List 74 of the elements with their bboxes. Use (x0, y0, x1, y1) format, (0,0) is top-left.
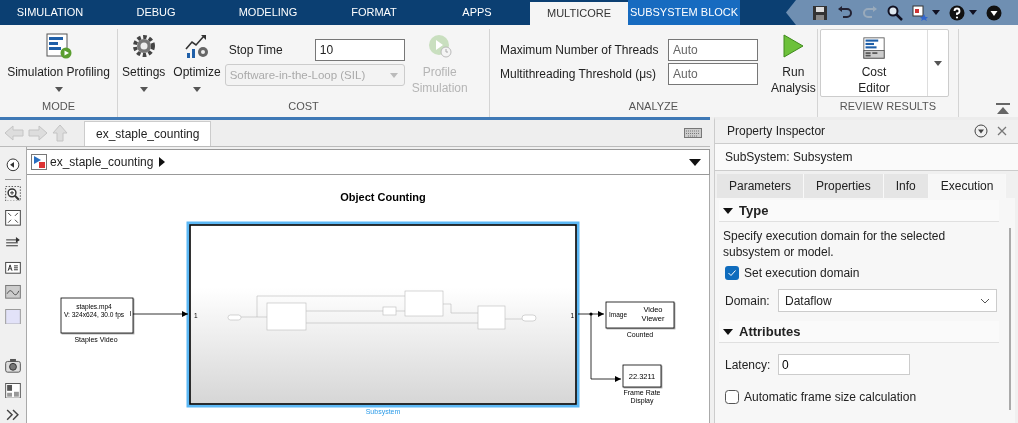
scrollbar-thumb[interactable] (1009, 228, 1011, 410)
model-star-icon[interactable] (912, 4, 928, 21)
text-icon[interactable] (5, 259, 21, 276)
search-icon[interactable] (887, 4, 903, 21)
field-label: Latency: (725, 357, 772, 372)
chevron-down-icon (980, 297, 990, 304)
field-label: Domain: (725, 293, 771, 308)
signal-line (132, 311, 189, 317)
save-icon[interactable] (812, 4, 828, 21)
stop-time-field[interactable]: 10 (314, 39, 405, 61)
panel-tab[interactable]: Info (883, 174, 929, 198)
menu-circle-icon[interactable] (974, 124, 988, 138)
collapse-icon[interactable] (996, 103, 1010, 115)
display-block (622, 364, 662, 388)
model-icon (31, 154, 47, 170)
checkbox-option[interactable]: Automatic frame size calculation (719, 384, 999, 406)
zoom-icon[interactable] (5, 185, 21, 202)
ribbon-button[interactable]: Run Analysis (768, 29, 819, 96)
panel-tab[interactable]: Execution (928, 174, 1007, 198)
caret-icon[interactable] (934, 60, 942, 66)
layout-icon[interactable] (5, 382, 21, 399)
diagram-title: Object Counting (340, 191, 426, 203)
breadcrumb[interactable]: ex_staple_counting (31, 154, 166, 170)
ribbon-tab[interactable]: MULTICORE (530, 2, 628, 25)
latency-field[interactable]: 0 (778, 354, 910, 375)
ribbon-tab[interactable]: MODELING (212, 0, 324, 25)
ribbon-tab[interactable]: APPS (424, 0, 530, 25)
profiler-icon (45, 33, 72, 59)
field-label: Multithreading Threshold (μs) (500, 67, 658, 81)
group-label: COST (287, 99, 320, 114)
camera-icon[interactable] (5, 358, 21, 374)
caret-icon (389, 72, 398, 78)
expand-icon[interactable] (986, 4, 1002, 21)
panel-tab[interactable]: Properties (804, 174, 884, 198)
fit-view-icon[interactable] (5, 210, 21, 226)
panel-tab[interactable]: Parameters (717, 174, 805, 198)
ribbon-button[interactable]: Settings (118, 29, 170, 92)
caret-right-icon (159, 157, 166, 167)
ribbon-button[interactable]: Optimize (169, 29, 225, 92)
keyboard-icon[interactable] (684, 128, 702, 138)
checkbox-option[interactable]: Set execution domain (719, 260, 999, 282)
optimize-chart-icon (184, 33, 211, 59)
close-icon[interactable] (996, 125, 1008, 137)
ribbon-button[interactable]: Simulation Profiling (0, 29, 117, 92)
group-label: REVIEW RESULTS (838, 99, 938, 114)
undo-icon[interactable] (837, 4, 853, 21)
back-icon[interactable] (5, 157, 21, 173)
help-icon[interactable] (949, 4, 965, 21)
domain-dropdown[interactable]: Dataflow (778, 289, 997, 312)
gear-icon (130, 33, 157, 59)
image-icon[interactable] (5, 284, 21, 300)
caret-icon (193, 87, 202, 92)
cost-table-icon (861, 37, 887, 59)
group-label: ANALYZE (627, 99, 680, 114)
caret-icon (139, 87, 148, 92)
block-name: SubSystem: Subsystem (715, 143, 1018, 171)
video-viewer-block (605, 301, 675, 329)
double-chevron-icon[interactable] (5, 407, 21, 423)
caret-icon[interactable] (689, 158, 701, 166)
branch-point (589, 312, 593, 316)
ribbon-tab[interactable]: FORMAT (324, 0, 424, 25)
description-text: Specify execution domain for the selected subsystem or model. (722, 228, 947, 260)
model-tab[interactable]: ex_staple_counting (84, 121, 212, 146)
panel-title: Property Inspector (727, 124, 827, 138)
ribbon-tab[interactable]: DEBUG (100, 0, 212, 25)
ribbon-tab[interactable]: SIMULATION (0, 0, 100, 25)
group-label: MODE (41, 99, 76, 114)
caret-icon (54, 87, 63, 92)
thread-field[interactable]: Auto (668, 39, 758, 61)
stop-time-label: Stop Time (227, 43, 284, 57)
thread-field[interactable]: Auto (668, 63, 758, 85)
field-label: Maximum Number of Threads (500, 43, 660, 57)
profile-clock-icon (426, 33, 453, 59)
ribbon-tab[interactable]: SUBSYSTEM BLOCK (628, 0, 740, 25)
